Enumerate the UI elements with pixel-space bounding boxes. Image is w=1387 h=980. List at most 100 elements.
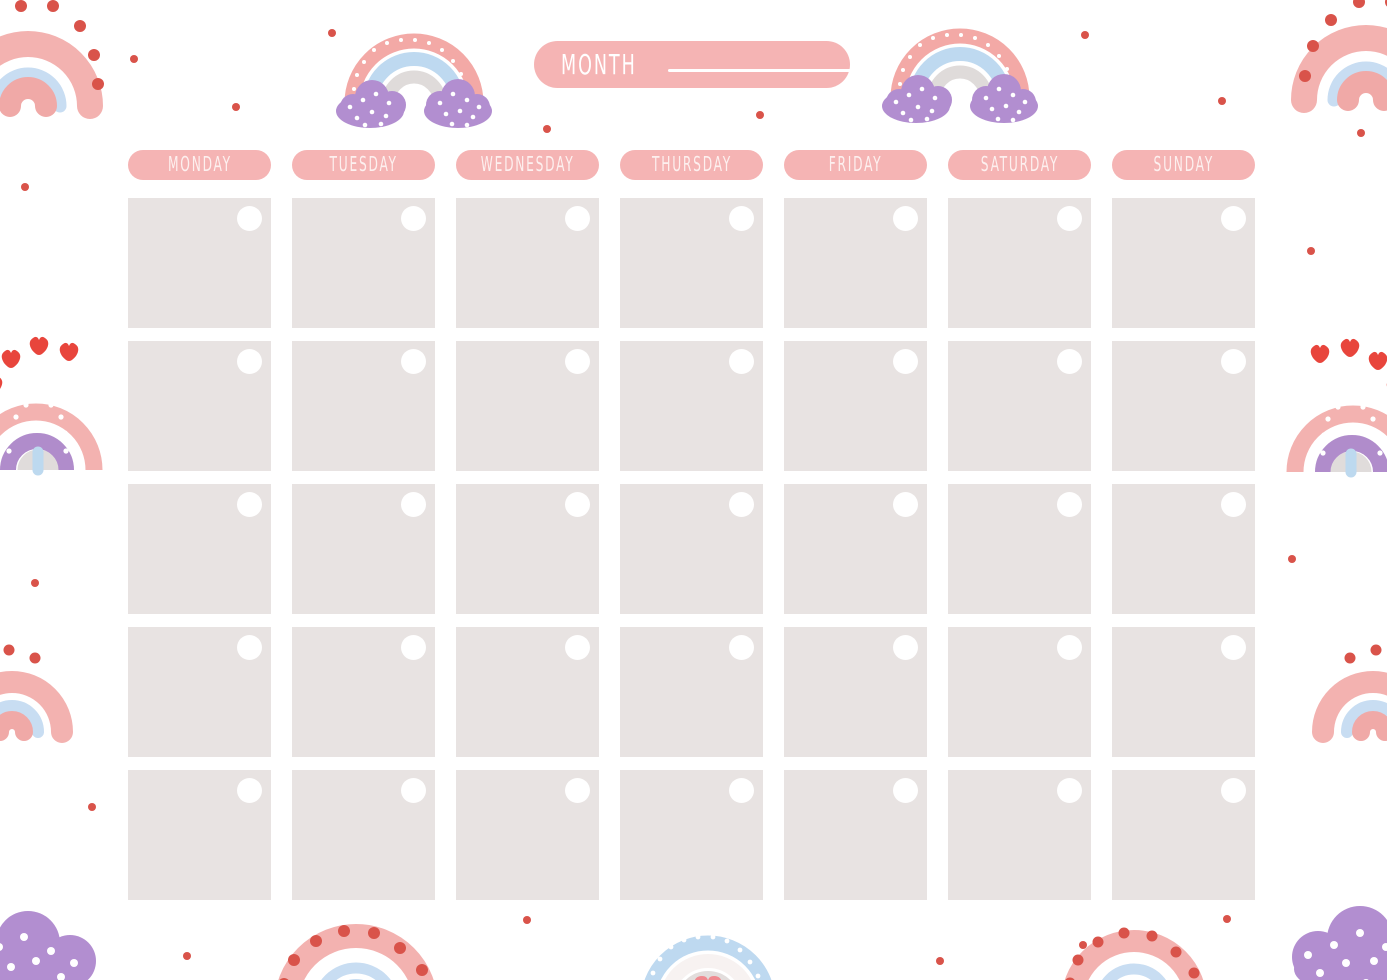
day-number-circle[interactable] bbox=[729, 206, 754, 231]
day-number-circle[interactable] bbox=[893, 635, 918, 660]
day-number-circle[interactable] bbox=[401, 635, 426, 660]
day-number-circle[interactable] bbox=[729, 349, 754, 374]
day-number-circle[interactable] bbox=[237, 778, 262, 803]
calendar-day-cell[interactable] bbox=[948, 341, 1091, 471]
calendar-day-cell[interactable] bbox=[948, 770, 1091, 900]
calendar-day-cell[interactable] bbox=[784, 198, 927, 328]
rainbow-dotted-top-left-icon bbox=[0, 0, 108, 119]
calendar-day-cell[interactable] bbox=[456, 341, 599, 471]
calendar-week-row bbox=[128, 341, 1260, 471]
calendar-week-row bbox=[128, 770, 1260, 900]
confetti-dot bbox=[1218, 97, 1226, 105]
calendar-day-cell[interactable] bbox=[948, 198, 1091, 328]
day-number-circle[interactable] bbox=[893, 492, 918, 517]
confetti-dot bbox=[88, 803, 96, 811]
weekday-label: MONDAY bbox=[167, 153, 232, 177]
day-number-circle[interactable] bbox=[401, 492, 426, 517]
calendar-day-cell[interactable] bbox=[128, 341, 271, 471]
weekday-label: WEDNESDAY bbox=[480, 153, 575, 177]
month-banner[interactable]: MONTH bbox=[534, 41, 856, 88]
calendar-page: MONTH MONDAY TUESDAY WEDNESDAY THURSDAY … bbox=[0, 0, 1387, 980]
day-number-circle[interactable] bbox=[401, 349, 426, 374]
weekday-label: SATURDAY bbox=[980, 153, 1059, 177]
day-number-circle[interactable] bbox=[565, 778, 590, 803]
day-number-circle[interactable] bbox=[237, 206, 262, 231]
calendar-day-cell[interactable] bbox=[128, 484, 271, 614]
calendar-day-cell[interactable] bbox=[1112, 627, 1255, 757]
day-number-circle[interactable] bbox=[565, 349, 590, 374]
weekday-header-row: MONDAY TUESDAY WEDNESDAY THURSDAY FRIDAY… bbox=[128, 150, 1260, 180]
day-number-circle[interactable] bbox=[893, 206, 918, 231]
day-number-circle[interactable] bbox=[729, 635, 754, 660]
rainbow-dotted-bottom-right-icon bbox=[1060, 920, 1210, 980]
day-number-circle[interactable] bbox=[893, 778, 918, 803]
day-number-circle[interactable] bbox=[1221, 492, 1246, 517]
calendar-day-cell[interactable] bbox=[128, 627, 271, 757]
calendar-day-cell[interactable] bbox=[292, 484, 435, 614]
day-number-circle[interactable] bbox=[237, 635, 262, 660]
confetti-dot bbox=[31, 579, 39, 587]
calendar-day-cell[interactable] bbox=[456, 198, 599, 328]
weekday-header-saturday[interactable]: SATURDAY bbox=[948, 150, 1091, 180]
day-number-circle[interactable] bbox=[1221, 206, 1246, 231]
calendar-day-cell[interactable] bbox=[620, 484, 763, 614]
weekday-header-wednesday[interactable]: WEDNESDAY bbox=[456, 150, 599, 180]
weekday-label: TUESDAY bbox=[329, 153, 398, 177]
calendar-week-row bbox=[128, 198, 1260, 328]
rainbow-hearts-left-middle-icon bbox=[0, 320, 108, 476]
confetti-dot bbox=[936, 957, 944, 965]
calendar-day-cell[interactable] bbox=[128, 198, 271, 328]
calendar-day-cell[interactable] bbox=[620, 198, 763, 328]
confetti-dot bbox=[130, 55, 138, 63]
day-number-circle[interactable] bbox=[1221, 349, 1246, 374]
day-number-circle[interactable] bbox=[729, 492, 754, 517]
day-number-circle[interactable] bbox=[1057, 778, 1082, 803]
calendar-day-cell[interactable] bbox=[784, 627, 927, 757]
day-number-circle[interactable] bbox=[565, 635, 590, 660]
day-number-circle[interactable] bbox=[1221, 778, 1246, 803]
month-label: MONTH bbox=[561, 48, 637, 81]
day-number-circle[interactable] bbox=[893, 349, 918, 374]
calendar-day-cell[interactable] bbox=[292, 770, 435, 900]
weekday-header-sunday[interactable]: SUNDAY bbox=[1112, 150, 1255, 180]
calendar-day-cell[interactable] bbox=[292, 341, 435, 471]
calendar-day-cell[interactable] bbox=[620, 341, 763, 471]
weekday-header-friday[interactable]: FRIDAY bbox=[784, 150, 927, 180]
calendar-day-cell[interactable] bbox=[456, 770, 599, 900]
calendar-day-cell[interactable] bbox=[1112, 198, 1255, 328]
day-number-circle[interactable] bbox=[729, 778, 754, 803]
weekday-header-monday[interactable]: MONDAY bbox=[128, 150, 271, 180]
calendar-day-cell[interactable] bbox=[620, 770, 763, 900]
calendar-day-cell[interactable] bbox=[948, 627, 1091, 757]
calendar-day-cell[interactable] bbox=[292, 627, 435, 757]
calendar-day-cell[interactable] bbox=[1112, 484, 1255, 614]
calendar-day-cell[interactable] bbox=[1112, 341, 1255, 471]
day-number-circle[interactable] bbox=[565, 206, 590, 231]
day-number-circle[interactable] bbox=[401, 206, 426, 231]
calendar-day-cell[interactable] bbox=[784, 770, 927, 900]
calendar-day-cell[interactable] bbox=[128, 770, 271, 900]
day-number-circle[interactable] bbox=[1221, 635, 1246, 660]
calendar-day-cell[interactable] bbox=[948, 484, 1091, 614]
day-number-circle[interactable] bbox=[1057, 349, 1082, 374]
month-blank-line[interactable] bbox=[668, 69, 856, 72]
calendar-day-cell[interactable] bbox=[784, 341, 927, 471]
day-number-circle[interactable] bbox=[1057, 492, 1082, 517]
day-number-circle[interactable] bbox=[565, 492, 590, 517]
calendar-day-cell[interactable] bbox=[292, 198, 435, 328]
confetti-dot bbox=[1288, 555, 1296, 563]
day-number-circle[interactable] bbox=[237, 349, 262, 374]
weekday-label: SUNDAY bbox=[1153, 153, 1214, 177]
day-number-circle[interactable] bbox=[237, 492, 262, 517]
calendar-day-cell[interactable] bbox=[456, 484, 599, 614]
calendar-day-cell[interactable] bbox=[784, 484, 927, 614]
calendar-day-cell[interactable] bbox=[620, 627, 763, 757]
calendar-day-cell[interactable] bbox=[456, 627, 599, 757]
confetti-dot bbox=[523, 916, 531, 924]
day-number-circle[interactable] bbox=[1057, 206, 1082, 231]
day-number-circle[interactable] bbox=[401, 778, 426, 803]
weekday-header-tuesday[interactable]: TUESDAY bbox=[292, 150, 435, 180]
weekday-header-thursday[interactable]: THURSDAY bbox=[620, 150, 763, 180]
calendar-day-cell[interactable] bbox=[1112, 770, 1255, 900]
day-number-circle[interactable] bbox=[1057, 635, 1082, 660]
